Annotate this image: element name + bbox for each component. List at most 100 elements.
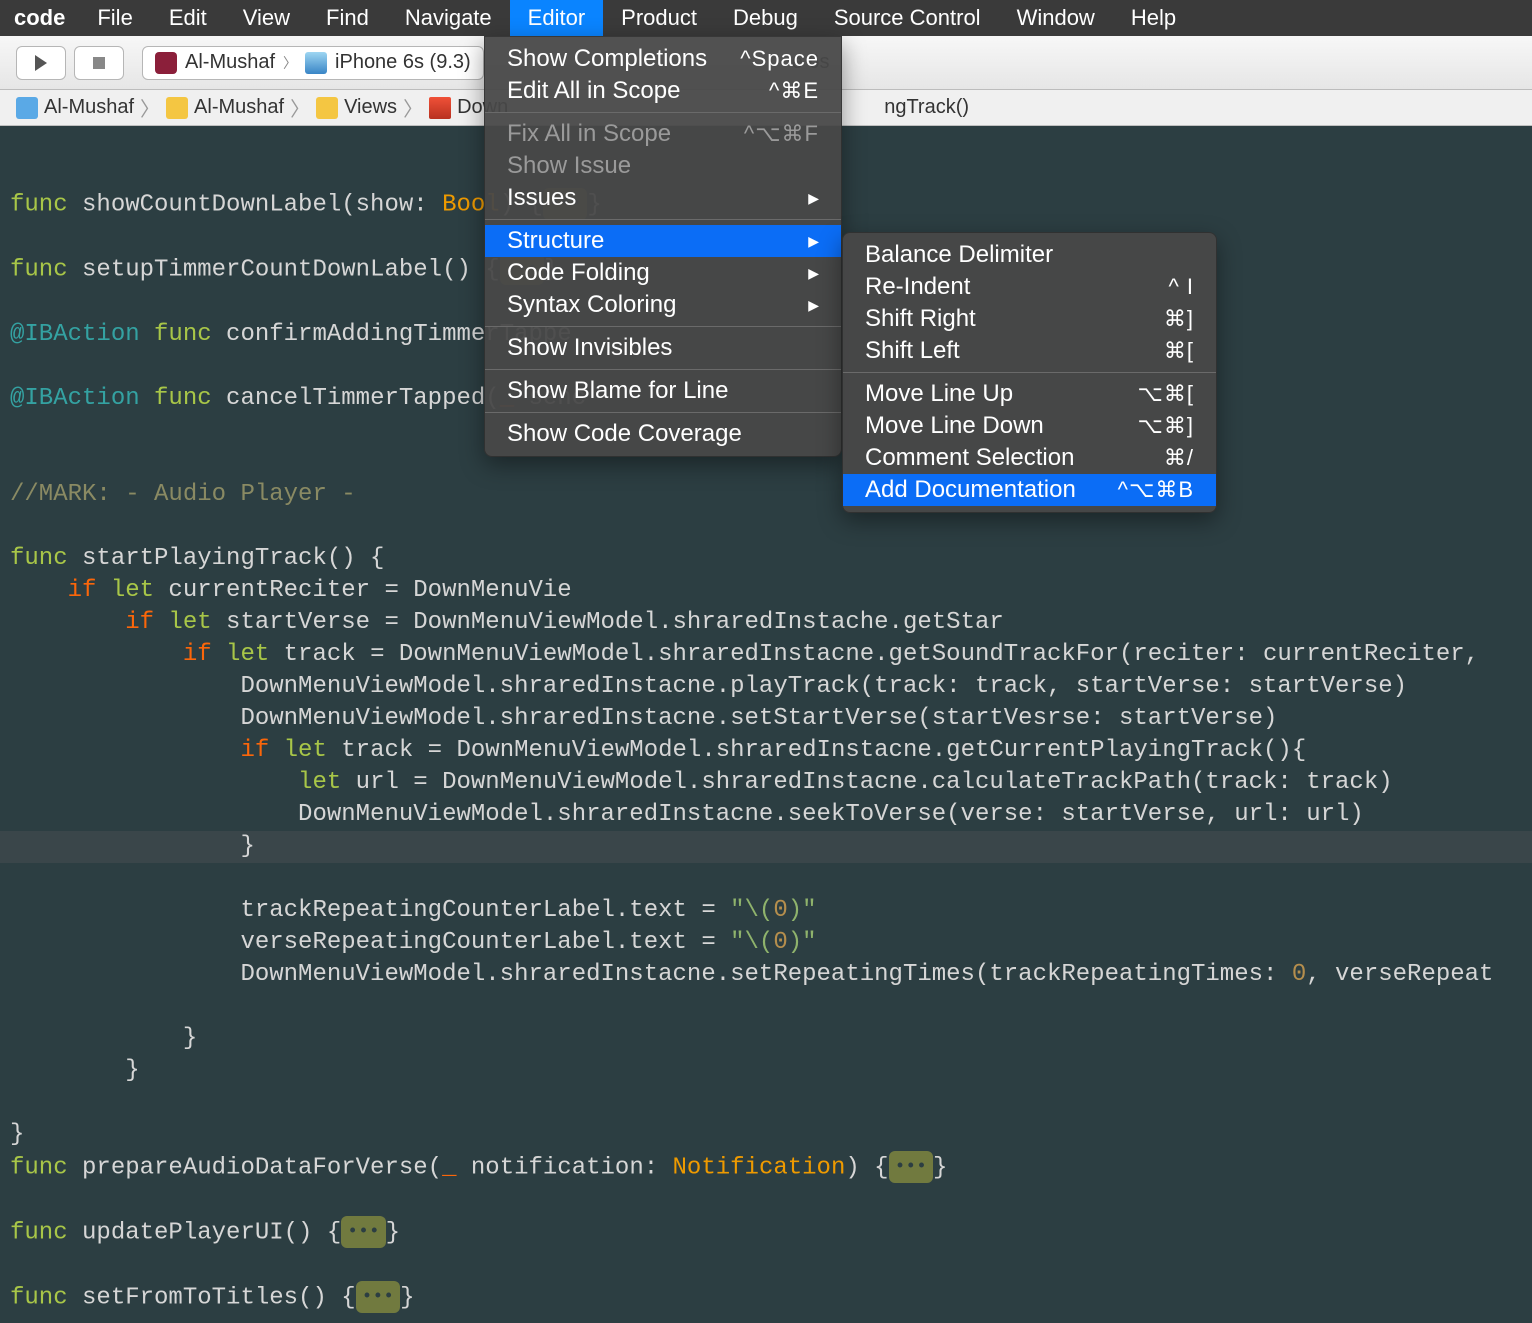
code-keyword: let	[212, 641, 270, 668]
menu-shortcut: ⌘]	[1164, 306, 1194, 332]
menu-shortcut: ⌘/	[1164, 445, 1194, 471]
code-text: , verseRepeat	[1306, 961, 1493, 988]
menu-product[interactable]: Product	[603, 0, 715, 36]
menu-item-move-line-up[interactable]: Move Line Up⌥⌘[	[843, 378, 1216, 410]
editor-menu: Show Completions^Space Edit All in Scope…	[484, 36, 842, 457]
menu-view[interactable]: View	[225, 0, 308, 36]
code-keyword: func	[10, 257, 68, 284]
menu-item-show-invisibles[interactable]: Show Invisibles	[485, 332, 841, 364]
code-comment: //MARK: - Audio Player -	[10, 481, 356, 508]
menu-item-label: Show Completions	[507, 45, 707, 73]
code-text: setupTimmerCountDownLabel() {	[68, 257, 500, 284]
menu-item-label: Structure	[507, 227, 604, 255]
fold-badge[interactable]: •••	[341, 1216, 385, 1248]
menu-help[interactable]: Help	[1113, 0, 1194, 36]
code-keyword: if	[183, 641, 212, 668]
menu-debug[interactable]: Debug	[715, 0, 816, 36]
breadcrumb-item[interactable]: Al-Mushaf	[44, 96, 134, 119]
code-text: }	[240, 833, 254, 860]
app-icon	[155, 52, 177, 74]
menu-edit[interactable]: Edit	[151, 0, 225, 36]
menu-source-control[interactable]: Source Control	[816, 0, 999, 36]
code-text: track = DownMenuViewModel.shraredInstacn…	[327, 737, 1306, 764]
menubar: code File Edit View Find Navigate Editor…	[0, 0, 1532, 36]
menu-item-show-completions[interactable]: Show Completions^Space	[485, 43, 841, 75]
code-keyword: func	[140, 385, 212, 412]
stop-button[interactable]	[74, 46, 124, 80]
menu-item-label: Re-Indent	[865, 273, 970, 301]
code-keyword: let	[96, 577, 154, 604]
menu-separator	[485, 326, 841, 327]
code-text: DownMenuViewModel.shraredInstacne.seekTo…	[298, 801, 1364, 828]
code-keyword: func	[10, 1285, 68, 1312]
menu-item-label: Add Documentation	[865, 476, 1076, 504]
code-text: }	[10, 1121, 24, 1148]
code-keyword: if	[125, 609, 154, 636]
code-keyword: func	[10, 191, 68, 218]
menu-editor[interactable]: Editor	[510, 0, 603, 36]
menu-item-add-documentation[interactable]: Add Documentation ^⌥⌘B	[843, 474, 1216, 506]
menu-item-label: Shift Left	[865, 337, 960, 365]
menu-item-label: Show Code Coverage	[507, 420, 742, 448]
breadcrumb-symbol[interactable]: ngTrack()	[884, 96, 969, 119]
code-text: prepareAudioDataForVerse(	[68, 1154, 442, 1181]
code-attribute: @IBAction	[10, 321, 140, 348]
menu-item-comment-selection[interactable]: Comment Selection ⌘/	[843, 442, 1216, 474]
fold-badge[interactable]: •••	[889, 1151, 933, 1183]
menu-item-edit-all-in-scope[interactable]: Edit All in Scope^⌘E	[485, 75, 841, 107]
menu-shortcut: ^⌥⌘F	[744, 121, 819, 147]
code-string: "\(	[730, 929, 773, 956]
menu-item-shift-right[interactable]: Shift Right⌘]	[843, 303, 1216, 335]
menu-item-syntax-coloring[interactable]: Syntax Coloring▶	[485, 289, 841, 321]
menu-item-shift-left[interactable]: Shift Left ⌘[	[843, 335, 1216, 367]
chevron-right-icon: ▶	[808, 190, 819, 207]
code-text: }	[400, 1285, 414, 1312]
chevron-right-icon: 〉	[290, 93, 310, 122]
menu-shortcut: ^⌥⌘B	[1118, 477, 1194, 503]
menu-navigate[interactable]: Navigate	[387, 0, 510, 36]
code-text: updatePlayerUI() {	[68, 1219, 342, 1246]
menu-window[interactable]: Window	[999, 0, 1113, 36]
menu-item-show-blame[interactable]: Show Blame for Line	[485, 375, 841, 407]
menu-item-move-line-down[interactable]: Move Line Down⌥⌘]	[843, 410, 1216, 442]
code-text: url = DownMenuViewModel.shraredInstacne.…	[341, 769, 1392, 796]
menu-item-code-folding[interactable]: Code Folding▶	[485, 257, 841, 289]
menu-item-label: Move Line Up	[865, 380, 1013, 408]
menu-file[interactable]: File	[79, 0, 150, 36]
play-icon	[35, 55, 47, 71]
menu-shortcut: ⌘[	[1164, 338, 1194, 364]
menu-item-label: Comment Selection	[865, 444, 1074, 472]
menu-find[interactable]: Find	[308, 0, 387, 36]
menu-shortcut: ^⌘E	[769, 78, 819, 104]
chevron-right-icon: ▶	[808, 297, 819, 314]
code-attribute: @IBAction	[10, 385, 140, 412]
menu-item-show-code-coverage[interactable]: Show Code Coverage	[485, 418, 841, 450]
project-icon	[16, 97, 38, 119]
menu-item-issues[interactable]: Issues▶	[485, 182, 841, 214]
fold-badge[interactable]: •••	[356, 1281, 400, 1313]
code-number: 0	[1292, 961, 1306, 988]
code-keyword: func	[140, 321, 212, 348]
menu-item-show-issue: Show Issue	[485, 150, 841, 182]
code-keyword: _	[442, 1154, 456, 1181]
menu-item-re-indent[interactable]: Re-Indent ^ I	[843, 271, 1216, 303]
breadcrumb-item[interactable]: Views	[344, 96, 397, 119]
code-text: cancelTimmerTapped(	[212, 385, 500, 412]
breadcrumb-item[interactable]: Al-Mushaf	[194, 96, 284, 119]
scheme-selector[interactable]: Al-Mushaf 〉 iPhone 6s (9.3)	[142, 46, 484, 80]
code-text: notification:	[456, 1154, 672, 1181]
menu-item-structure[interactable]: Structure▶	[485, 225, 841, 257]
menu-item-balance-delimiter[interactable]: Balance Delimiter	[843, 239, 1216, 271]
code-text: startVerse = DownMenuViewModel.shraredIn…	[212, 609, 1004, 636]
swift-file-icon	[429, 97, 451, 119]
run-button[interactable]	[16, 46, 66, 80]
folder-icon	[316, 97, 338, 119]
code-keyword: func	[10, 545, 68, 572]
menu-separator	[843, 372, 1216, 373]
code-keyword: let	[298, 769, 341, 796]
app-logo: code	[0, 5, 79, 31]
menu-shortcut: ^ I	[1168, 274, 1194, 300]
menu-item-label: Show Invisibles	[507, 334, 672, 362]
code-keyword: func	[10, 1219, 68, 1246]
code-text: currentReciter = DownMenuVie	[154, 577, 572, 604]
